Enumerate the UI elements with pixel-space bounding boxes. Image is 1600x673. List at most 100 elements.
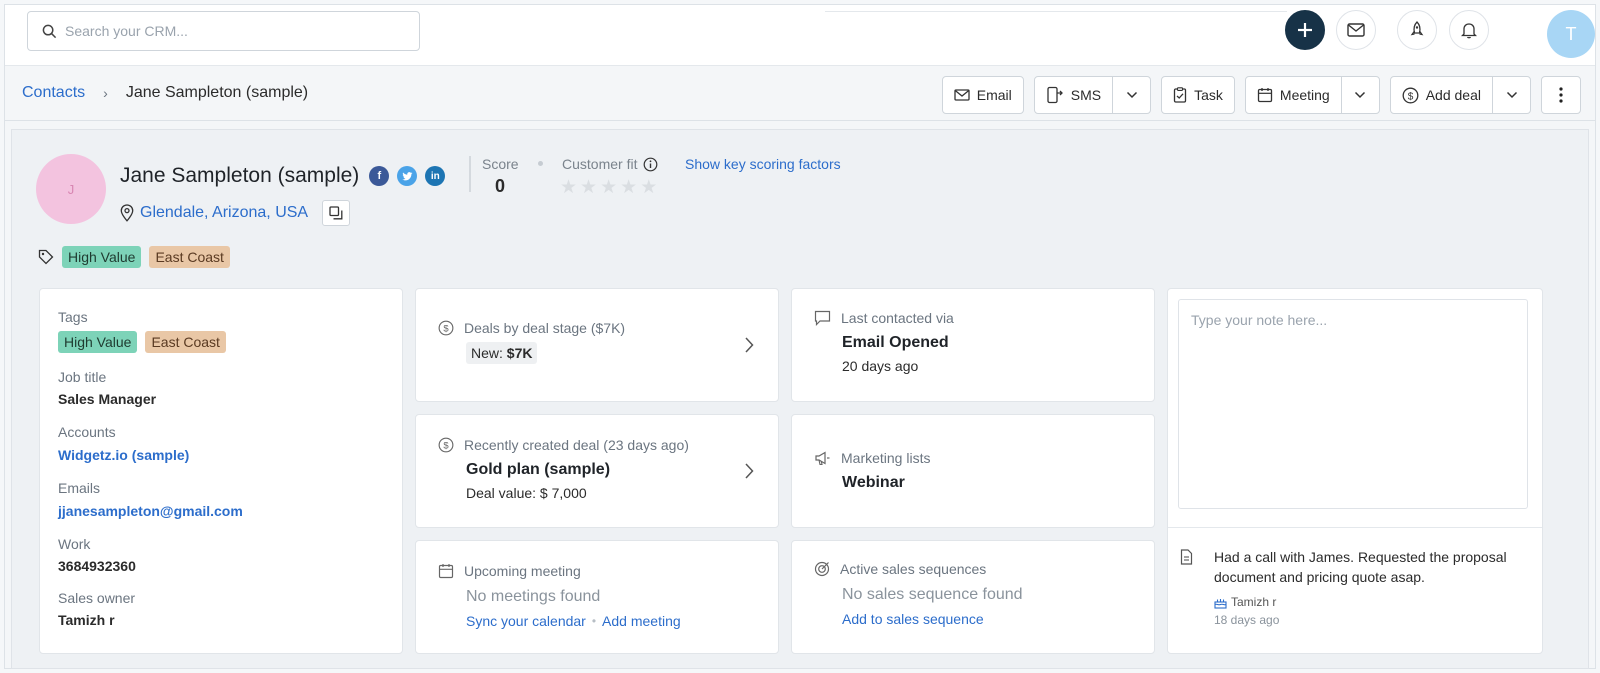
notes-divider <box>1168 527 1542 528</box>
star-icon: ★ <box>620 177 638 198</box>
star-icon: ★ <box>600 177 618 198</box>
search-input[interactable] <box>65 23 385 39</box>
top-divider <box>825 11 1287 12</box>
quick-add-button[interactable] <box>1285 10 1325 50</box>
note-text: Had a call with James. Requested the pro… <box>1214 549 1507 585</box>
sms-dropdown-toggle[interactable] <box>1112 77 1150 113</box>
notifications-button[interactable] <box>1449 10 1489 50</box>
sales-owner-value: Tamizh r <box>58 612 115 628</box>
last-contacted-card: Last contacted via Email Opened 20 days … <box>791 288 1155 402</box>
mail-button[interactable] <box>1336 10 1376 50</box>
breadcrumb-contacts-link[interactable]: Contacts <box>22 84 85 102</box>
task-button[interactable]: Task <box>1161 76 1235 114</box>
tag-high-value[interactable]: High Value <box>58 331 138 353</box>
contact-details-card: Tags High Value East Coast Job title Sal… <box>39 288 403 654</box>
meeting-button-label: Meeting <box>1279 87 1330 103</box>
tag-east-coast[interactable]: East Coast <box>145 331 226 353</box>
job-title-value: Sales Manager <box>58 391 157 407</box>
sales-owner-label: Sales owner <box>58 590 136 606</box>
calendar-icon <box>438 564 454 579</box>
marketing-lists-title: Marketing lists <box>841 450 931 466</box>
meeting-dropdown-toggle[interactable] <box>1340 77 1379 113</box>
breadcrumb: Contacts › Jane Sampleton (sample) <box>22 84 308 102</box>
header-tags: High Value East Coast <box>38 246 230 268</box>
add-deal-button[interactable]: $ Add deal <box>1391 77 1492 113</box>
copy-button[interactable] <box>322 200 351 226</box>
star-icon: ★ <box>580 177 598 198</box>
last-contacted-title: Last contacted via <box>841 310 954 326</box>
task-button-label: Task <box>1194 87 1223 103</box>
svg-text:$: $ <box>1407 91 1413 102</box>
meeting-actions: Sync your calendar • Add meeting <box>466 613 681 629</box>
calendar-icon <box>1257 88 1273 103</box>
note-input[interactable] <box>1191 312 1515 496</box>
no-sequence-text: No sales sequence found <box>842 586 1023 603</box>
add-meeting-link[interactable]: Add meeting <box>602 613 681 629</box>
user-initial: T <box>1565 23 1577 44</box>
sms-button[interactable]: SMS <box>1035 77 1112 113</box>
work-label: Work <box>58 536 91 552</box>
note-author-row: Tamizh r <box>1214 595 1276 609</box>
recent-deal-name[interactable]: Gold plan (sample) <box>466 461 610 479</box>
meeting-button[interactable]: Meeting <box>1246 77 1341 113</box>
add-deal-dropdown-toggle[interactable] <box>1492 77 1530 113</box>
svg-text:$: $ <box>443 323 449 334</box>
user-avatar[interactable]: T <box>1547 10 1595 58</box>
rocket-button[interactable] <box>1397 10 1437 50</box>
bird-glyph <box>402 171 413 180</box>
contact-name-row: Jane Sampleton (sample) f in <box>120 164 446 188</box>
meeting-actions-separator: • <box>591 614 597 628</box>
add-to-sequence-link[interactable]: Add to sales sequence <box>842 611 984 627</box>
details-tags: High Value East Coast <box>58 331 226 353</box>
show-key-scoring-factors-link[interactable]: Show key scoring factors <box>685 156 841 172</box>
upcoming-meeting-card: Upcoming meeting No meetings found Sync … <box>415 540 779 654</box>
customer-fit-stars: ★ ★ ★ ★ ★ <box>560 176 657 199</box>
deals-by-stage-card[interactable]: $ Deals by deal stage ($7K) New: $7K <box>415 288 779 402</box>
app-window: T Contacts › Jane Sampleton (sample) Ema… <box>4 4 1596 669</box>
contact-location-link[interactable]: Glendale, Arizona, USA <box>140 204 308 222</box>
chevron-right-icon[interactable] <box>744 462 754 480</box>
recent-deal-card[interactable]: $ Recently created deal (23 days ago) Go… <box>415 414 779 528</box>
facebook-icon[interactable]: f <box>369 166 390 186</box>
contact-location-row: Glendale, Arizona, USA <box>120 200 351 226</box>
info-icon[interactable] <box>643 157 658 172</box>
tag-east-coast[interactable]: East Coast <box>149 246 230 268</box>
breadcrumb-separator: › <box>103 85 108 101</box>
email-link[interactable]: jjanesampleton@gmail.com <box>58 503 243 519</box>
twitter-icon[interactable] <box>397 166 418 186</box>
tag-high-value[interactable]: High Value <box>62 246 142 268</box>
marketing-list-name: Webinar <box>842 474 905 491</box>
star-icon: ★ <box>560 177 578 198</box>
deal-stage-pill: New: $7K <box>466 342 538 364</box>
email-button[interactable]: Email <box>941 76 1024 114</box>
search-box[interactable] <box>27 11 420 51</box>
location-pin-icon <box>120 204 134 222</box>
add-deal-button-group: $ Add deal <box>1389 76 1531 114</box>
sync-calendar-link[interactable]: Sync your calendar <box>466 613 586 629</box>
target-icon <box>814 561 830 577</box>
email-button-label: Email <box>976 87 1012 103</box>
more-options-button[interactable] <box>1541 76 1581 114</box>
task-clipboard-icon <box>1173 87 1187 103</box>
megaphone-icon <box>815 451 830 466</box>
accounts-label: Accounts <box>58 424 116 440</box>
sales-sequences-card: Active sales sequences No sales sequence… <box>791 540 1155 654</box>
work-phone[interactable]: 3684932360 <box>58 558 136 574</box>
sales-sequences-header: Active sales sequences <box>814 561 986 577</box>
score-block: Score 0 <box>482 156 519 197</box>
search-icon <box>42 24 57 38</box>
contact-toolbar: Contacts › Jane Sampleton (sample) Email… <box>5 67 1595 121</box>
plus-icon <box>1298 23 1312 37</box>
sms-button-group: SMS <box>1033 76 1152 114</box>
chat-bubble-icon <box>814 310 831 326</box>
copy-icon <box>329 206 343 220</box>
note-timestamp: 18 days ago <box>1214 613 1280 627</box>
note-input-box[interactable] <box>1178 299 1528 509</box>
upcoming-meeting-title: Upcoming meeting <box>464 563 581 579</box>
chevron-right-icon[interactable] <box>744 336 754 354</box>
account-link[interactable]: Widgetz.io (sample) <box>58 447 189 463</box>
dollar-circle-icon: $ <box>438 437 454 453</box>
linkedin-icon[interactable]: in <box>425 166 446 186</box>
deals-by-stage-header: $ Deals by deal stage ($7K) <box>438 320 625 336</box>
chevron-down-icon <box>1506 91 1517 99</box>
